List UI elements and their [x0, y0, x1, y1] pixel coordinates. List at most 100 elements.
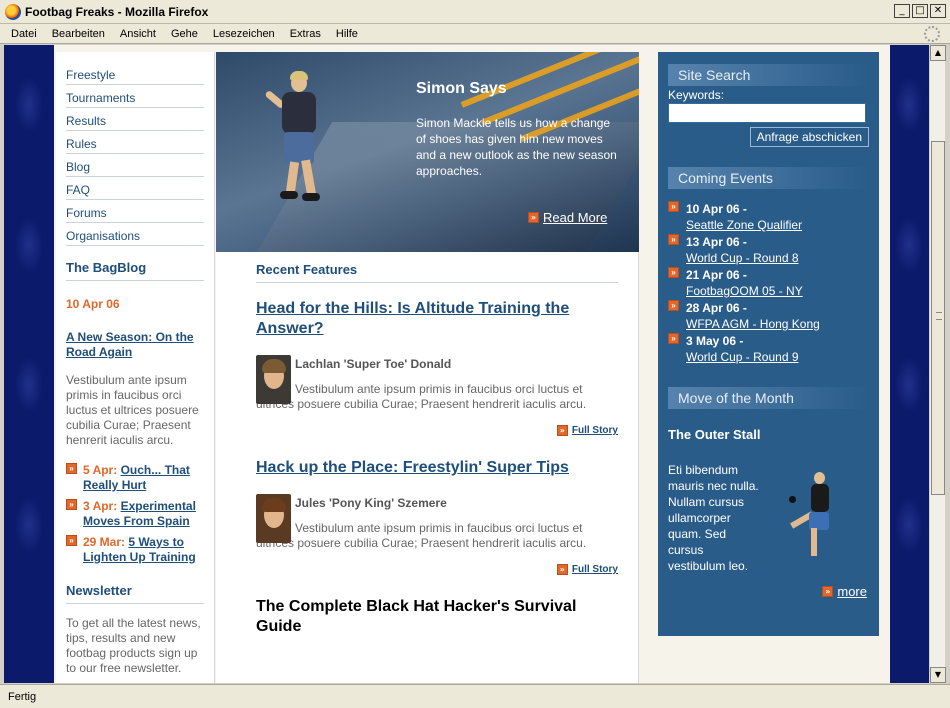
nav-link-forums[interactable]: Forums [66, 206, 107, 220]
menu-extras[interactable]: Extras [290, 28, 321, 40]
window-controls: _ □ ✕ [894, 4, 946, 18]
feature-text: Vestibulum ante ipsum primis in faucibus… [256, 382, 587, 411]
full-story-link[interactable]: Full Story [572, 425, 618, 436]
menu-hilfe[interactable]: Hilfe [336, 28, 358, 40]
event-item: » 10 Apr 06 - Seattle Zone Qualifier [668, 201, 869, 233]
hero-player-figure [290, 71, 308, 80]
minimize-button[interactable]: _ [894, 4, 910, 18]
nav-link-faq[interactable]: FAQ [66, 183, 90, 197]
move-of-month-heading: Move of the Month [668, 387, 869, 409]
arrow-icon: » [66, 499, 77, 510]
status-text: Fertig [8, 690, 37, 703]
bagblog-post-link[interactable]: A New Season: On the Road Again [66, 330, 204, 360]
avatar-hair [262, 498, 286, 512]
feature-title-link[interactable]: Hack up the Place: Freestylin' Super Tip… [256, 458, 618, 478]
bagblog-post-text: Vestibulum ante ipsum primis in faucibus… [66, 373, 199, 447]
read-more-link[interactable]: Read More [543, 210, 607, 225]
bagblog-item-date: 5 Apr: [83, 463, 118, 477]
hero-title: Simon Says [416, 80, 507, 97]
menu-datei[interactable]: Datei [11, 28, 37, 40]
event-item: » 28 Apr 06 - WFPA AGM - Hong Kong [668, 300, 869, 332]
right-column: Site Search Keywords: Anfrage abschicken… [658, 52, 879, 636]
scroll-thumb[interactable] [931, 141, 945, 495]
keywords-input[interactable] [668, 103, 866, 123]
move-player-figure [811, 528, 817, 556]
feature-title-link[interactable]: Head for the Hills: Is Altitude Training… [256, 299, 618, 339]
close-button[interactable]: ✕ [930, 4, 946, 18]
bagblog-date: 10 Apr 06 [66, 297, 120, 311]
hero-player-figure [302, 193, 320, 201]
left-column: Freestyle Tournaments Results Rules Blog… [56, 52, 215, 683]
main-nav: Freestyle Tournaments Results Rules Blog… [66, 62, 204, 246]
event-date: 28 Apr 06 - [686, 301, 747, 315]
nav-link-results[interactable]: Results [66, 114, 106, 128]
event-link[interactable]: World Cup - Round 9 [686, 350, 799, 364]
maximize-button[interactable]: □ [912, 4, 928, 18]
move-player-image [781, 462, 861, 572]
scroll-grip-icon [936, 312, 942, 320]
feature-article: Hack up the Place: Freestylin' Super Tip… [256, 458, 618, 575]
nav-item: Results [66, 108, 204, 131]
event-link[interactable]: Seattle Zone Qualifier [686, 218, 802, 232]
avatar [256, 355, 291, 404]
full-story-link[interactable]: Full Story [572, 564, 618, 575]
event-link[interactable]: WFPA AGM - Hong Kong [686, 317, 820, 331]
move-text: Eti bibendum mauris nec nulla. Nullam cu… [668, 463, 759, 573]
arrow-icon: » [528, 212, 539, 223]
nav-item: Forums [66, 200, 204, 223]
feature-text: Vestibulum ante ipsum primis in faucibus… [256, 521, 587, 550]
page: Freestyle Tournaments Results Rules Blog… [54, 45, 890, 683]
bagblog-list-item: » 5 Apr: Ouch... That Really Hurt [66, 463, 204, 493]
menu-ansicht[interactable]: Ansicht [120, 28, 156, 40]
nav-item: Organisations [66, 223, 204, 246]
move-more: » more [668, 584, 867, 599]
nav-link-blog[interactable]: Blog [66, 160, 90, 174]
move-title: The Outer Stall [668, 427, 761, 442]
bagblog-list-item: » 3 Apr: Experimental Moves From Spain [66, 499, 204, 529]
hero-text: Simon Mackie tells us how a change of sh… [416, 116, 617, 178]
scroll-down-button[interactable]: ▼ [930, 667, 946, 683]
coming-events-heading: Coming Events [668, 167, 869, 189]
menubar: Datei Bearbeiten Ansicht Gehe Lesezeiche… [0, 24, 950, 44]
move-more-link[interactable]: more [837, 584, 867, 599]
recent-features: Recent Features Head for the Hills: Is A… [256, 262, 618, 637]
features-heading: Recent Features [256, 262, 618, 283]
nav-link-rules[interactable]: Rules [66, 137, 97, 151]
bagblog-heading: The BagBlog [66, 260, 204, 281]
move-content: Eti bibendum mauris nec nulla. Nullam cu… [668, 462, 869, 574]
menu-bearbeiten[interactable]: Bearbeiten [52, 28, 105, 40]
scroll-up-button[interactable]: ▲ [930, 45, 946, 61]
firefox-icon [5, 3, 21, 20]
nav-item: Tournaments [66, 85, 204, 108]
nav-link-organisations[interactable]: Organisations [66, 229, 140, 243]
menu-gehe[interactable]: Gehe [171, 28, 198, 40]
move-player-figure [811, 484, 829, 512]
window-title: Footbag Freaks - Mozilla Firefox [25, 4, 209, 19]
menu-lesezeichen[interactable]: Lesezeichen [213, 28, 275, 40]
nav-link-tournaments[interactable]: Tournaments [66, 91, 135, 105]
event-date: 21 Apr 06 - [686, 268, 747, 282]
arrow-icon: » [668, 267, 679, 278]
feature-title-link[interactable]: The Complete Black Hat Hacker's Survival… [256, 597, 618, 637]
bagblog-item-date: 29 Mar: [83, 535, 126, 549]
arrow-icon: » [556, 425, 568, 436]
bagblog-list-item: » 29 Mar: 5 Ways to Lighten Up Training [66, 535, 204, 565]
hero-banner: Simon Says Simon Mackie tells us how a c… [216, 52, 639, 252]
avatar [256, 494, 291, 543]
nav-link-freestyle[interactable]: Freestyle [66, 68, 115, 82]
site-search-heading: Site Search [668, 64, 869, 86]
move-player-figure [814, 472, 825, 484]
search-submit-button[interactable]: Anfrage abschicken [749, 127, 869, 147]
hero-player-figure [280, 191, 298, 199]
arrow-icon: » [66, 535, 77, 546]
nav-item: Blog [66, 154, 204, 177]
hero-read-more: » Read More [528, 210, 607, 225]
browser-viewport: Freestyle Tournaments Results Rules Blog… [4, 45, 929, 683]
nav-item: Freestyle [66, 62, 204, 85]
event-link[interactable]: FootbagOOM 05 - NY [686, 284, 803, 298]
vertical-scrollbar[interactable]: ▲ ▼ [929, 45, 946, 683]
event-link[interactable]: World Cup - Round 8 [686, 251, 799, 265]
feature-article: The Complete Black Hat Hacker's Survival… [256, 597, 618, 637]
arrow-icon: » [66, 463, 77, 474]
arrow-icon: » [668, 300, 679, 311]
